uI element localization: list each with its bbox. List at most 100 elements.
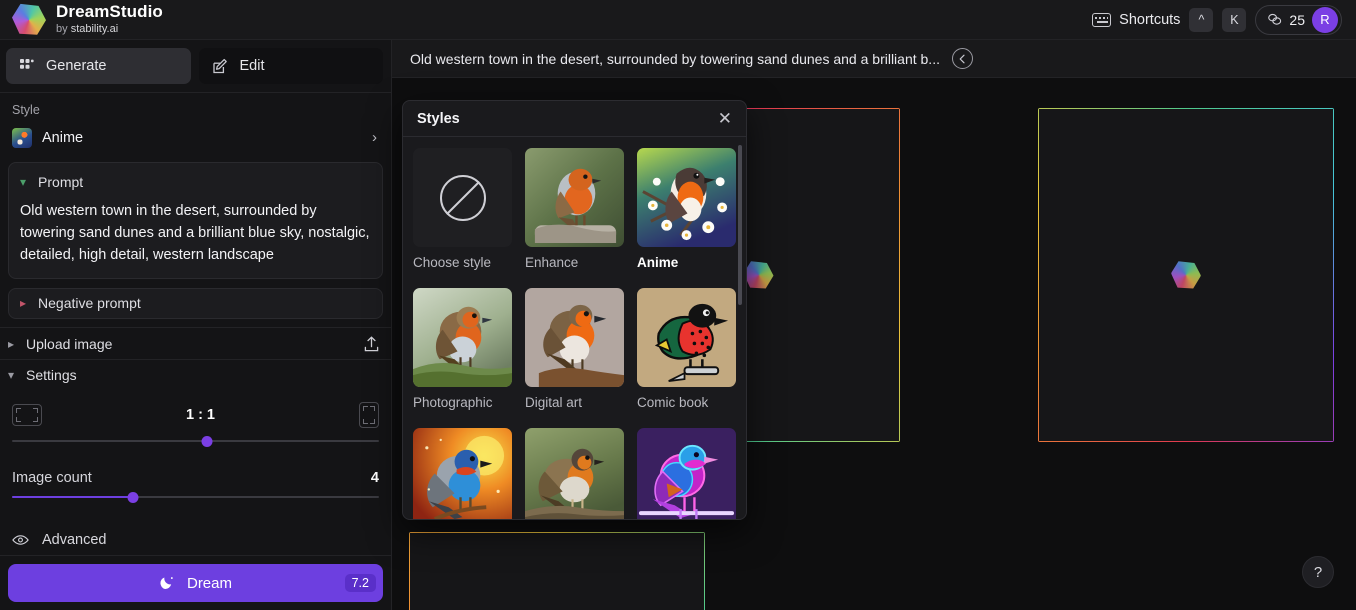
coins-icon xyxy=(1268,13,1282,25)
prompt-card[interactable]: ▾ Prompt Old western town in the desert,… xyxy=(8,161,383,279)
generation-frame-3[interactable] xyxy=(409,532,705,610)
eye-icon xyxy=(12,534,29,545)
negative-prompt-card[interactable]: ▸ Negative prompt xyxy=(8,287,383,319)
upload-image-row[interactable]: ▸ Upload image xyxy=(0,328,391,359)
aspect-ratio-slider[interactable] xyxy=(12,434,379,448)
style-selector[interactable]: Anime › xyxy=(8,123,383,153)
brand-company: stability.ai xyxy=(70,23,119,36)
key-letter[interactable]: K xyxy=(1222,7,1247,32)
canvas-prompt-text: Old western town in the desert, surround… xyxy=(410,50,940,67)
style-section-label: Style xyxy=(12,102,40,117)
styles-panel-title: Styles xyxy=(417,110,460,127)
brand[interactable]: DreamStudio by stability.ai xyxy=(12,3,163,37)
tab-edit[interactable]: Edit xyxy=(198,48,383,84)
image-count-row: Image count 4 xyxy=(12,470,379,486)
bird-photo-enhance-icon xyxy=(525,148,624,247)
style-card-enhance[interactable]: Enhance xyxy=(525,148,624,270)
bird-fantasy-art-icon xyxy=(413,428,512,519)
chevron-right-icon[interactable]: ▸ xyxy=(20,297,26,309)
prompt-title: Prompt xyxy=(38,173,84,190)
shortcuts-label: Shortcuts xyxy=(1119,11,1181,28)
top-bar-right: Shortcuts ^ K 25 R xyxy=(1092,4,1342,35)
chevron-right-icon: › xyxy=(372,129,377,147)
style-card-analog-film[interactable] xyxy=(525,428,624,519)
arrow-left-glyph xyxy=(960,54,966,63)
bird-comic-book-icon xyxy=(637,288,736,387)
generation-frame-2[interactable] xyxy=(1038,108,1334,442)
hexagon-gradient-spinner-icon xyxy=(1171,261,1201,289)
styles-panel-scrollbar[interactable] xyxy=(738,145,742,305)
pencil-square-icon xyxy=(212,58,227,73)
help-button[interactable]: ? xyxy=(1302,556,1334,588)
styles-panel-header: Styles ✕ xyxy=(403,101,746,137)
chevron-down-icon[interactable]: ▾ xyxy=(20,176,26,188)
tab-edit-label: Edit xyxy=(239,58,265,74)
style-card-neon-punk[interactable] xyxy=(637,428,736,519)
style-card-fantasy-art[interactable] xyxy=(413,428,512,519)
bird-neon-punk-icon xyxy=(637,428,736,519)
style-card-choose-style[interactable]: Choose style xyxy=(413,148,512,270)
slider-knob[interactable] xyxy=(127,492,139,504)
dream-button-label: Dream xyxy=(186,574,232,592)
mode-switcher: Generate Edit xyxy=(0,40,391,92)
grid-icon xyxy=(20,59,34,69)
keyboard-icon xyxy=(1092,12,1112,27)
style-card-comic-book[interactable]: Comic book xyxy=(637,288,736,410)
settings-row[interactable]: ▾ Settings xyxy=(0,360,391,391)
chevron-down-icon[interactable]: ▾ xyxy=(8,369,14,381)
chevron-right-icon[interactable]: ▸ xyxy=(8,338,14,350)
aspect-ratio-row: 1 : 1 xyxy=(12,398,379,432)
style-card-label: Enhance xyxy=(525,255,579,270)
styles-grid: Choose style Enhance Anime Photographic … xyxy=(413,148,736,519)
credits-pill[interactable]: 25 R xyxy=(1255,4,1342,35)
key-modifier[interactable]: ^ xyxy=(1189,7,1214,32)
bird-digital-art-icon xyxy=(525,288,624,387)
sidebar: Generate Edit Style Anime › ▾ Prompt Old… xyxy=(0,40,392,610)
arrow-left-circle-icon[interactable] xyxy=(951,48,973,69)
portrait-frame-icon[interactable] xyxy=(358,402,379,429)
generation-frame-2-inner xyxy=(1039,109,1333,441)
dream-footer: Dream 7.2 xyxy=(0,555,391,610)
dreamstudio-app: DreamStudio by stability.ai Shortcuts ^ … xyxy=(0,0,1356,610)
tab-generate[interactable]: Generate xyxy=(6,48,191,84)
landscape-frame-icon[interactable] xyxy=(12,404,42,427)
hexagon-gradient-logo-icon xyxy=(12,3,46,35)
style-card-label: Digital art xyxy=(525,395,583,410)
slider-knob[interactable] xyxy=(201,436,212,448)
styles-panel: Styles ✕ Choose style Enhance Anime Phot… xyxy=(402,100,747,520)
avatar[interactable]: R xyxy=(1312,6,1338,33)
bird-anime-icon xyxy=(637,148,736,247)
dream-cost-badge: 7.2 xyxy=(344,574,376,593)
styles-scroll-area: Choose style Enhance Anime Photographic … xyxy=(403,138,746,519)
style-card-digital-art[interactable]: Digital art xyxy=(525,288,624,410)
settings-title: Settings xyxy=(26,367,77,384)
moon-icon xyxy=(160,576,173,589)
upload-icon[interactable] xyxy=(364,336,379,352)
bird-analog-film-icon xyxy=(525,428,624,519)
prompt-input[interactable]: Old western town in the desert, surround… xyxy=(20,200,371,266)
image-count-value: 4 xyxy=(370,470,379,487)
style-section: Style Anime › xyxy=(0,93,391,153)
advanced-row[interactable]: Advanced xyxy=(0,524,391,555)
style-card-photographic[interactable]: Photographic xyxy=(413,288,512,410)
hexagon-gradient-spinner-icon xyxy=(743,261,774,289)
close-icon[interactable]: ✕ xyxy=(718,110,732,127)
dream-button[interactable]: Dream 7.2 xyxy=(8,564,383,603)
anime-bird-thumb-icon xyxy=(12,127,32,148)
settings-body: 1 : 1 Image count 4 xyxy=(0,390,391,504)
top-bar: DreamStudio by stability.ai Shortcuts ^ … xyxy=(0,0,1356,40)
brand-subtitle: by stability.ai xyxy=(56,23,163,36)
negative-prompt-title: Negative prompt xyxy=(38,295,141,312)
upload-image-title: Upload image xyxy=(26,335,113,352)
shortcuts-group[interactable]: Shortcuts xyxy=(1092,12,1180,28)
advanced-label: Advanced xyxy=(42,531,107,548)
image-count-slider[interactable] xyxy=(12,490,379,504)
prompt-card-header[interactable]: ▾ Prompt xyxy=(20,172,371,192)
image-count-label: Image count xyxy=(12,470,92,487)
aspect-ratio-value: 1 : 1 xyxy=(185,407,215,424)
style-card-anime[interactable]: Anime xyxy=(637,148,736,270)
app-title: DreamStudio xyxy=(56,2,163,22)
canvas-prompt-bar: Old western town in the desert, surround… xyxy=(392,40,1356,78)
generation-frame-3-inner xyxy=(410,533,704,610)
no-style-icon xyxy=(413,148,512,247)
